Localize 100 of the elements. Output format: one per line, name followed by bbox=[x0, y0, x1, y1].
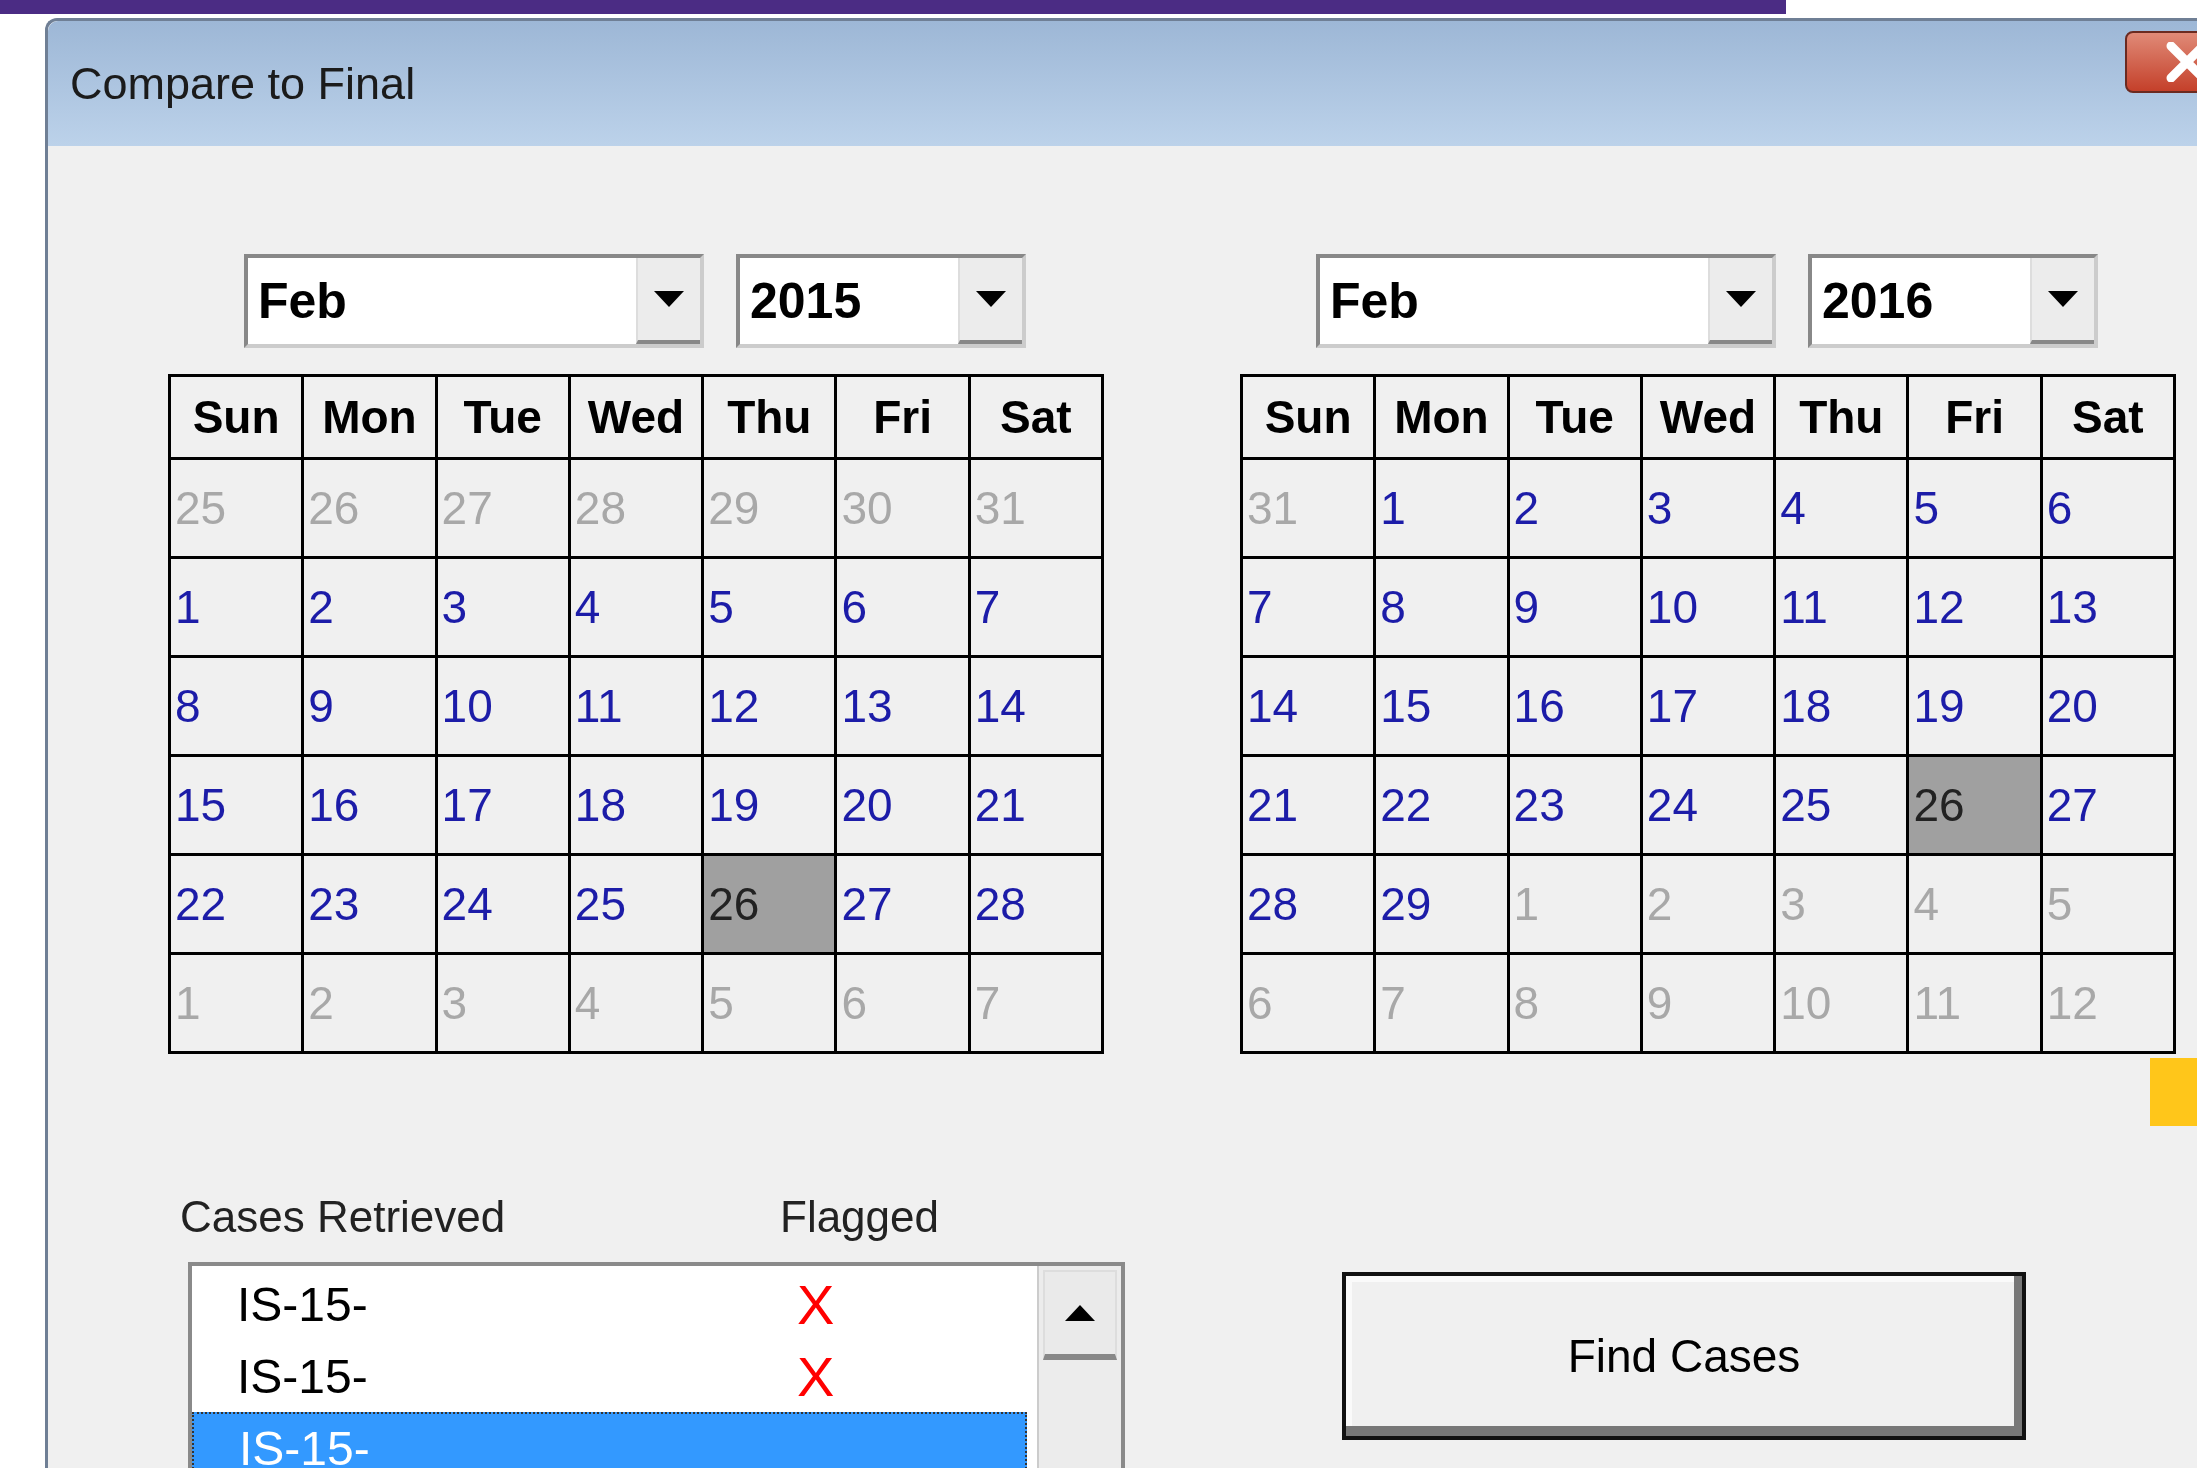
calendar-day[interactable]: 19 bbox=[1909, 658, 2040, 754]
calendar-day[interactable]: 2 bbox=[1509, 460, 1640, 556]
weekday-header: Wed bbox=[570, 377, 702, 457]
month-dropdown[interactable]: Feb bbox=[244, 254, 704, 348]
calendar-day[interactable]: 28 bbox=[970, 856, 1101, 952]
calendar-day[interactable]: 26 bbox=[704, 856, 835, 952]
calendar-day[interactable]: 21 bbox=[1243, 757, 1374, 853]
weekday-header: Wed bbox=[1642, 377, 1774, 457]
calendar-day[interactable]: 27 bbox=[837, 856, 968, 952]
calendar-day[interactable]: 25 bbox=[1776, 757, 1907, 853]
calendar-day[interactable]: 17 bbox=[437, 757, 568, 853]
close-icon bbox=[2165, 41, 2197, 82]
window-title: Compare to Final bbox=[70, 57, 416, 110]
calendar-day[interactable]: 24 bbox=[1642, 757, 1774, 853]
weekday-header: Thu bbox=[1776, 377, 1907, 457]
calendar-day[interactable]: 15 bbox=[1376, 658, 1507, 754]
calendar-day[interactable]: 14 bbox=[1243, 658, 1374, 754]
calendar-day[interactable]: 5 bbox=[1909, 460, 2040, 556]
calendar-day[interactable]: 27 bbox=[2042, 757, 2173, 853]
calendar-day[interactable]: 11 bbox=[570, 658, 702, 754]
scrollbar[interactable] bbox=[1037, 1266, 1121, 1468]
weekday-header: Fri bbox=[837, 377, 968, 457]
dropdown-button[interactable] bbox=[958, 258, 1022, 344]
calendar-day[interactable]: 17 bbox=[1642, 658, 1774, 754]
weekday-header: Mon bbox=[304, 377, 435, 457]
calendar-day[interactable]: 9 bbox=[1509, 559, 1640, 655]
calendar-day[interactable]: 15 bbox=[171, 757, 302, 853]
case-id: IS-15- bbox=[238, 1420, 371, 1468]
year-dropdown[interactable]: 2015 bbox=[736, 254, 1026, 348]
scroll-up-button[interactable] bbox=[1043, 1270, 1117, 1360]
highlight-mark bbox=[2150, 1058, 2197, 1126]
calendar-day[interactable]: 9 bbox=[304, 658, 435, 754]
calendar-day[interactable]: 4 bbox=[1776, 460, 1907, 556]
dropdown-arrow-icon bbox=[2048, 291, 2078, 307]
calendar-day[interactable]: 3 bbox=[1642, 460, 1774, 556]
list-item[interactable]: IS-15- X bbox=[192, 1268, 1027, 1340]
weekday-header: Fri bbox=[1909, 377, 2040, 457]
calendar-day[interactable]: 10 bbox=[1642, 559, 1774, 655]
month-dropdown[interactable]: Feb bbox=[1316, 254, 1776, 348]
calendar-day[interactable]: 12 bbox=[704, 658, 835, 754]
calendar-day[interactable]: 11 bbox=[1776, 559, 1907, 655]
flag-mark: X bbox=[797, 1271, 835, 1337]
dropdown-button[interactable] bbox=[1708, 258, 1772, 344]
calendar-day[interactable]: 6 bbox=[837, 559, 968, 655]
weekday-header: Tue bbox=[1509, 377, 1640, 457]
case-id: IS-15- bbox=[236, 1348, 369, 1404]
up-arrow-icon bbox=[1065, 1305, 1095, 1321]
calendar-day[interactable]: 8 bbox=[171, 658, 302, 754]
calendar-day[interactable]: 2 bbox=[304, 559, 435, 655]
calendar-day[interactable]: 14 bbox=[970, 658, 1101, 754]
flag-mark: X bbox=[797, 1343, 835, 1409]
calendar-day[interactable]: 23 bbox=[1509, 757, 1640, 853]
calendar-day[interactable]: 6 bbox=[2042, 460, 2173, 556]
list-item[interactable]: IS-15- X bbox=[192, 1340, 1027, 1412]
calendar-day[interactable]: 21 bbox=[970, 757, 1101, 853]
weekday-header: Sat bbox=[2042, 377, 2173, 457]
calendar-day[interactable]: 24 bbox=[437, 856, 568, 952]
calendar-day[interactable]: 25 bbox=[570, 856, 702, 952]
weekday-header: Tue bbox=[437, 377, 568, 457]
calendar-day[interactable]: 8 bbox=[1376, 559, 1507, 655]
case-id: IS-15- bbox=[236, 1276, 369, 1332]
calendar-day[interactable]: 10 bbox=[437, 658, 568, 754]
column-label: Cases Retrieved bbox=[180, 1192, 507, 1242]
weekday-header: Sun bbox=[171, 377, 302, 457]
weekday-header: Sun bbox=[1243, 377, 1374, 457]
dropdown-arrow-icon bbox=[976, 291, 1006, 307]
calendar-day[interactable]: 18 bbox=[1776, 658, 1907, 754]
calendar-day[interactable]: 7 bbox=[970, 559, 1101, 655]
calendar-day[interactable]: 26 bbox=[1909, 757, 2040, 853]
calendar-day[interactable]: 5 bbox=[704, 559, 835, 655]
calendar-day[interactable]: 13 bbox=[2042, 559, 2173, 655]
calendar-day[interactable]: 20 bbox=[837, 757, 968, 853]
calendar-day[interactable]: 12 bbox=[1909, 559, 2040, 655]
dropdown-button[interactable] bbox=[2030, 258, 2094, 344]
weekday-header: Thu bbox=[704, 377, 835, 457]
calendar-day[interactable]: 4 bbox=[570, 559, 702, 655]
calendar-day[interactable]: 22 bbox=[1376, 757, 1507, 853]
calendar-day[interactable]: 3 bbox=[437, 559, 568, 655]
calendar-day[interactable]: 29 bbox=[1376, 856, 1507, 952]
dropdown-arrow-icon bbox=[1726, 291, 1756, 307]
weekday-header: Mon bbox=[1376, 377, 1507, 457]
calendar-day[interactable]: 23 bbox=[304, 856, 435, 952]
calendar-day[interactable]: 18 bbox=[570, 757, 702, 853]
calendar-day[interactable]: 1 bbox=[171, 559, 302, 655]
calendar-day[interactable]: 7 bbox=[1243, 559, 1374, 655]
calendar-day[interactable]: 1 bbox=[1376, 460, 1507, 556]
year-dropdown[interactable]: 2016 bbox=[1808, 254, 2098, 348]
dropdown-arrow-icon bbox=[654, 291, 684, 307]
calendar-day[interactable]: 16 bbox=[304, 757, 435, 853]
weekday-header: Sat bbox=[970, 377, 1101, 457]
dropdown-button[interactable] bbox=[636, 258, 700, 344]
find-cases-button[interactable]: Find Cases bbox=[1342, 1272, 2026, 1440]
calendar-day[interactable]: 20 bbox=[2042, 658, 2173, 754]
calendar-day[interactable]: 28 bbox=[1243, 856, 1374, 952]
calendar-day[interactable]: 16 bbox=[1509, 658, 1640, 754]
calendar-day[interactable]: 19 bbox=[704, 757, 835, 853]
calendar-day[interactable]: 22 bbox=[171, 856, 302, 952]
case-list[interactable]: IS-15- X IS-15- X IS-15- bbox=[188, 1262, 1125, 1468]
calendar-day[interactable]: 13 bbox=[837, 658, 968, 754]
column-label: Flagged bbox=[780, 1192, 939, 1242]
